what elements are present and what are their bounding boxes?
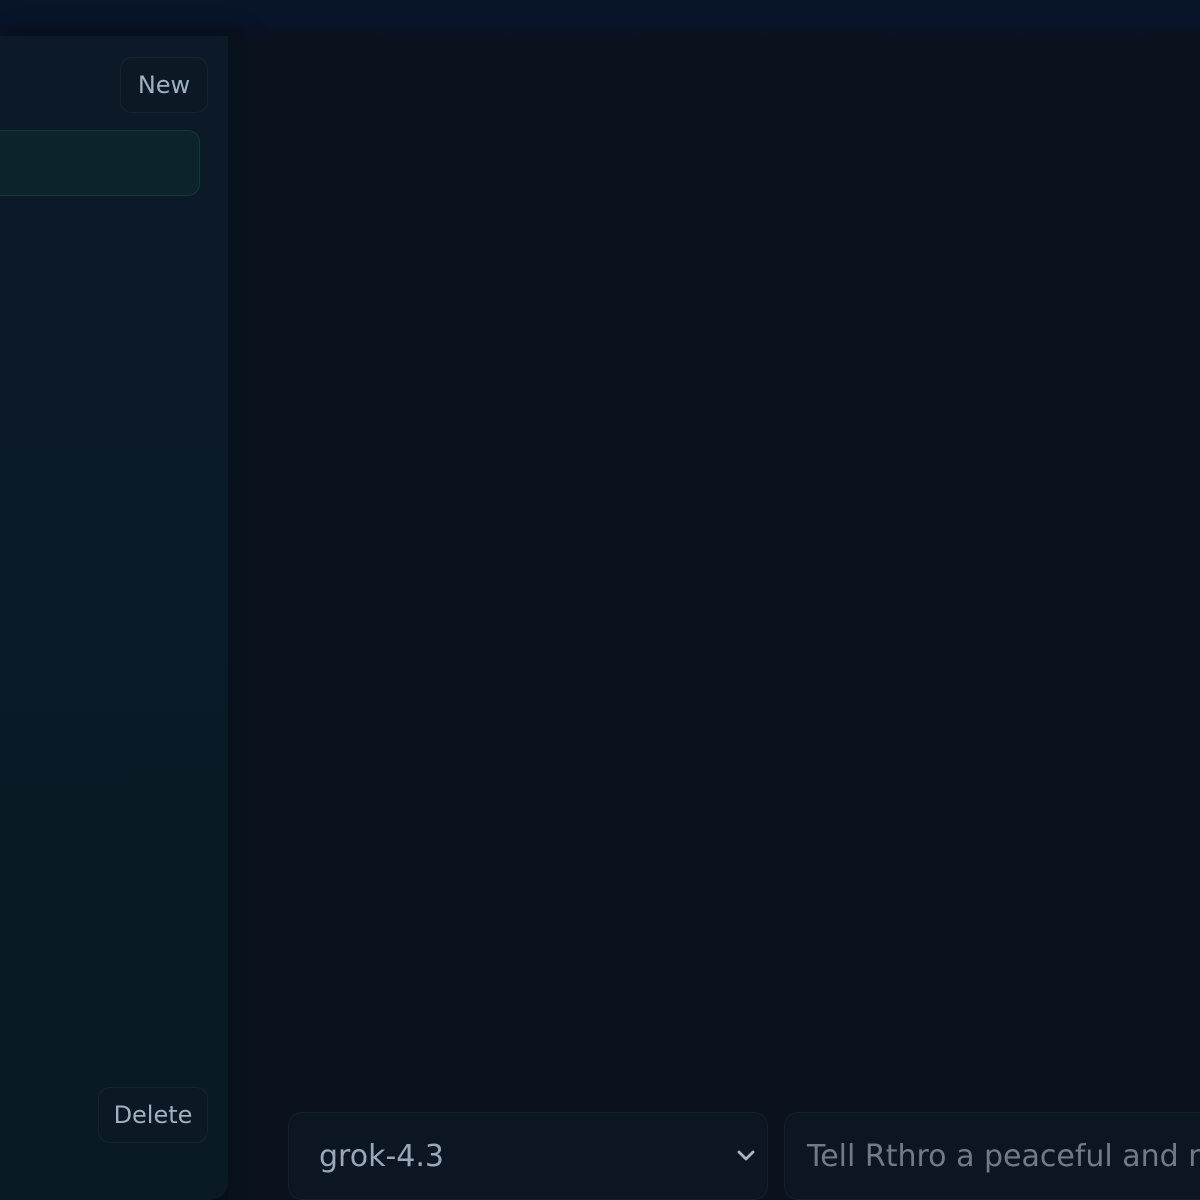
prompt-placeholder: Tell Rthro a peaceful and nic — [807, 1138, 1200, 1174]
model-select[interactable]: grok-4.3 — [288, 1112, 768, 1200]
chat-area — [252, 36, 1200, 1200]
sidebar — [0, 36, 228, 1200]
new-chat-button[interactable]: New — [120, 57, 208, 113]
delete-chat-button[interactable]: Delete — [98, 1087, 208, 1143]
sidebar-divider — [228, 36, 252, 1200]
chat-app: New Delete grok-4.3 Tell Rthro a peacefu… — [0, 0, 1200, 1200]
delete-chat-label: Delete — [113, 1101, 193, 1129]
new-chat-label: New — [137, 71, 191, 99]
chevron-down-icon — [733, 1143, 759, 1169]
prompt-input[interactable]: Tell Rthro a peaceful and nic — [784, 1112, 1200, 1200]
sidebar-item-active-conversation[interactable] — [0, 130, 200, 196]
top-bar — [0, 0, 1200, 40]
model-select-value: grok-4.3 — [319, 1138, 444, 1174]
